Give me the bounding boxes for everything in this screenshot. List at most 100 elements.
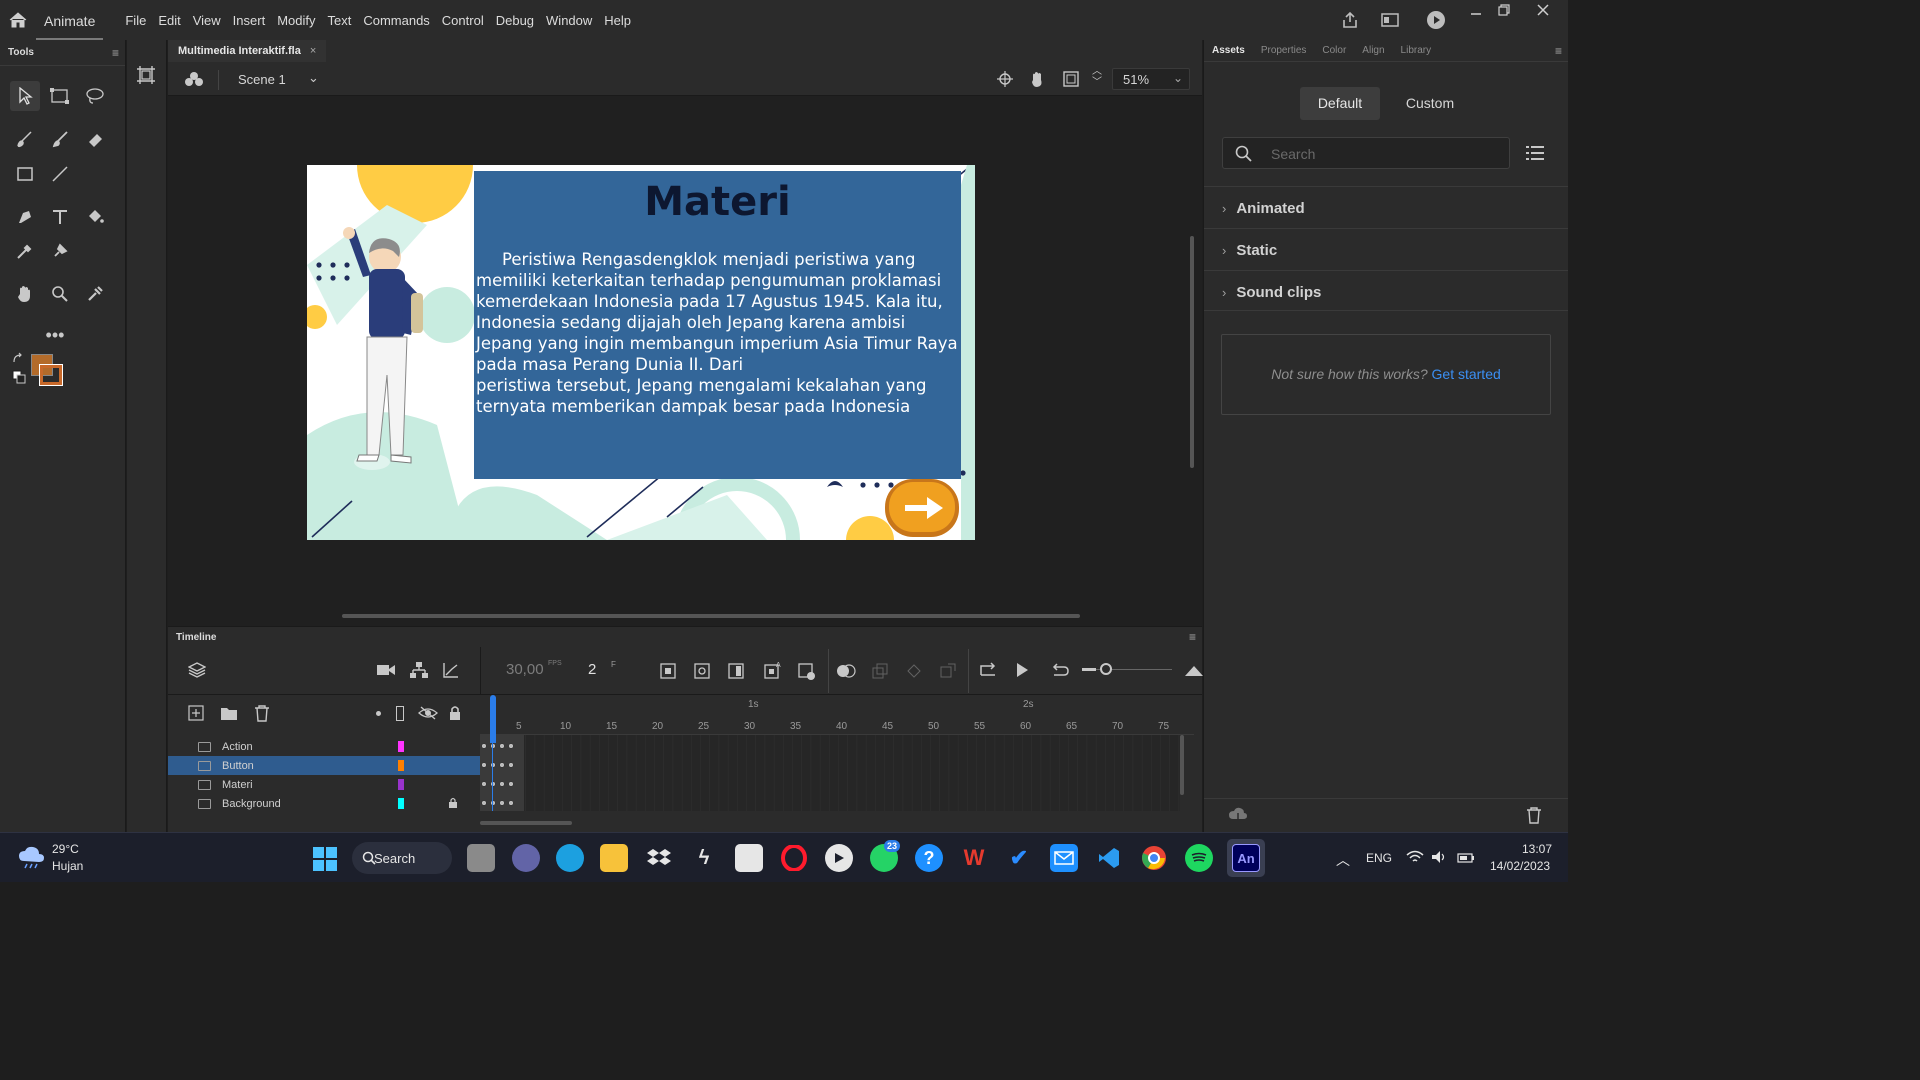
language-indicator[interactable]: ENG xyxy=(1366,851,1392,865)
frames-area[interactable]: 1s 2s 5 10 15 20 25 30 35 40 45 50 55 60… xyxy=(480,695,1194,833)
rewind-loop-icon[interactable] xyxy=(1050,661,1070,682)
layer-color-swatch[interactable] xyxy=(398,779,404,790)
swap-colors-icon[interactable] xyxy=(12,352,26,366)
start-icon[interactable] xyxy=(312,846,338,875)
category-animated[interactable]: › Animated xyxy=(1222,198,1305,218)
menu-insert[interactable]: Insert xyxy=(227,13,272,28)
zoom-tool-icon[interactable] xyxy=(45,279,75,309)
frame-size-icon[interactable] xyxy=(1184,663,1204,680)
default-colors-icon[interactable] xyxy=(12,370,26,384)
workspace-icon[interactable] xyxy=(1370,13,1410,27)
delete-layer-icon[interactable] xyxy=(254,704,270,725)
edit-multiple-frames-icon[interactable] xyxy=(872,663,888,682)
restore-icon[interactable] xyxy=(1490,0,1518,20)
pen-tool-icon[interactable] xyxy=(10,202,40,232)
help-app-icon[interactable]: ? xyxy=(915,844,943,872)
bone-tool-icon[interactable] xyxy=(80,279,110,309)
menu-debug[interactable]: Debug xyxy=(490,13,540,28)
brush-tool-icon[interactable] xyxy=(45,124,75,154)
menu-edit[interactable]: Edit xyxy=(152,13,186,28)
parenting-icon[interactable] xyxy=(410,661,428,682)
default-segment-button[interactable]: Default xyxy=(1300,87,1380,120)
home-icon[interactable] xyxy=(0,0,36,40)
category-sound-clips[interactable]: › Sound clips xyxy=(1222,282,1321,302)
mail-icon[interactable] xyxy=(1050,844,1078,872)
lightning-app-icon[interactable]: ϟ xyxy=(690,844,718,872)
animate-taskbar-button[interactable]: An xyxy=(1227,839,1265,877)
panel-menu-icon[interactable]: ≡ xyxy=(1189,630,1196,644)
layer-row-button[interactable]: Button xyxy=(168,756,480,775)
category-static[interactable]: › Static xyxy=(1222,240,1277,260)
close-icon[interactable] xyxy=(1518,0,1568,20)
close-tab-icon[interactable]: × xyxy=(310,45,316,57)
test-movie-icon[interactable] xyxy=(1410,10,1462,30)
menu-help[interactable]: Help xyxy=(598,13,637,28)
edge-icon[interactable] xyxy=(556,844,584,872)
menu-control[interactable]: Control xyxy=(436,13,490,28)
tab-library[interactable]: Library xyxy=(1401,45,1432,56)
horizontal-scrollbar[interactable] xyxy=(342,614,1080,618)
document-tab[interactable]: Multimedia Interaktif.fla × xyxy=(168,40,327,62)
more-tools-icon[interactable]: ••• xyxy=(40,320,70,350)
text-tool-icon[interactable] xyxy=(45,202,75,232)
outline-layers-icon[interactable] xyxy=(396,706,404,721)
menu-modify[interactable]: Modify xyxy=(271,13,321,28)
menu-window[interactable]: Window xyxy=(540,13,598,28)
clear-keyframe-icon[interactable] xyxy=(798,663,816,684)
free-transform-tool-icon[interactable] xyxy=(45,81,75,111)
zoom-stepper-icon[interactable]: ︿ ﹀ xyxy=(1092,66,1102,88)
taskbar-search[interactable]: Search xyxy=(352,842,452,874)
playhead[interactable] xyxy=(490,695,496,743)
todo-icon[interactable]: ✔ xyxy=(1005,844,1033,872)
media-player-icon[interactable] xyxy=(825,844,853,872)
selection-tool-icon[interactable] xyxy=(10,81,40,111)
chrome-icon[interactable] xyxy=(1140,844,1168,872)
clip-content-icon[interactable] xyxy=(1062,70,1080,91)
battery-icon[interactable] xyxy=(1457,852,1475,866)
whatsapp-icon[interactable]: 23 xyxy=(870,840,901,872)
line-tool-icon[interactable] xyxy=(45,159,75,189)
auto-keyframe-icon[interactable]: A xyxy=(764,661,782,682)
cloud-upload-icon[interactable] xyxy=(1228,806,1248,825)
volume-icon[interactable] xyxy=(1431,850,1447,867)
zoom-dropdown-icon[interactable]: ⌄ xyxy=(1173,71,1183,85)
get-started-link[interactable]: Get started xyxy=(1432,366,1501,382)
center-stage-icon[interactable] xyxy=(996,70,1014,91)
wifi-icon[interactable] xyxy=(1406,850,1424,867)
fill-color-swatch[interactable] xyxy=(39,364,63,386)
asset-search[interactable] xyxy=(1222,137,1510,169)
scene-dropdown-icon[interactable]: ⌄ xyxy=(308,70,319,86)
frame-ruler[interactable]: 1s 2s 5 10 15 20 25 30 35 40 45 50 55 60… xyxy=(480,695,1194,735)
eyedropper-tool-icon[interactable] xyxy=(10,236,40,266)
hand-tool-icon[interactable] xyxy=(10,279,40,309)
share-icon[interactable] xyxy=(1330,11,1370,29)
clock-date[interactable]: 14/02/2023 xyxy=(1490,859,1550,873)
insert-keyframe-icon[interactable] xyxy=(660,663,676,682)
stage-canvas[interactable]: Materi Peristiwa Rengasdengklok menjadi … xyxy=(307,165,975,540)
fps-value[interactable]: 30,00 xyxy=(506,661,544,678)
task-view-icon[interactable] xyxy=(467,844,495,872)
layer-color-swatch[interactable] xyxy=(398,798,404,809)
new-layer-icon[interactable] xyxy=(188,705,204,724)
vscode-icon[interactable] xyxy=(1095,844,1123,872)
rectangle-tool-icon[interactable] xyxy=(10,159,40,189)
camera-icon[interactable] xyxy=(376,663,396,680)
file-explorer-icon[interactable] xyxy=(600,844,628,872)
minimize-icon[interactable] xyxy=(1462,0,1490,20)
eraser-tool-icon[interactable] xyxy=(80,124,110,154)
tab-align[interactable]: Align xyxy=(1362,45,1384,56)
onion-range-icon[interactable] xyxy=(906,663,922,682)
zoom-field[interactable]: 51% ⌄ xyxy=(1112,68,1190,90)
list-view-icon[interactable] xyxy=(1526,145,1544,164)
hide-layers-icon[interactable] xyxy=(418,706,438,723)
wps-icon[interactable]: W xyxy=(960,844,988,872)
weather-icon[interactable] xyxy=(18,845,46,872)
layer-color-swatch[interactable] xyxy=(398,741,404,752)
new-folder-icon[interactable] xyxy=(220,705,238,724)
insert-frame-icon[interactable] xyxy=(728,663,744,682)
lock-layers-icon[interactable] xyxy=(448,705,462,724)
panel-menu-icon[interactable]: ≡ xyxy=(112,46,119,60)
pin-tool-icon[interactable] xyxy=(45,236,75,266)
rotation-hand-icon[interactable] xyxy=(1028,70,1048,91)
clock-time[interactable]: 13:07 xyxy=(1522,842,1552,856)
